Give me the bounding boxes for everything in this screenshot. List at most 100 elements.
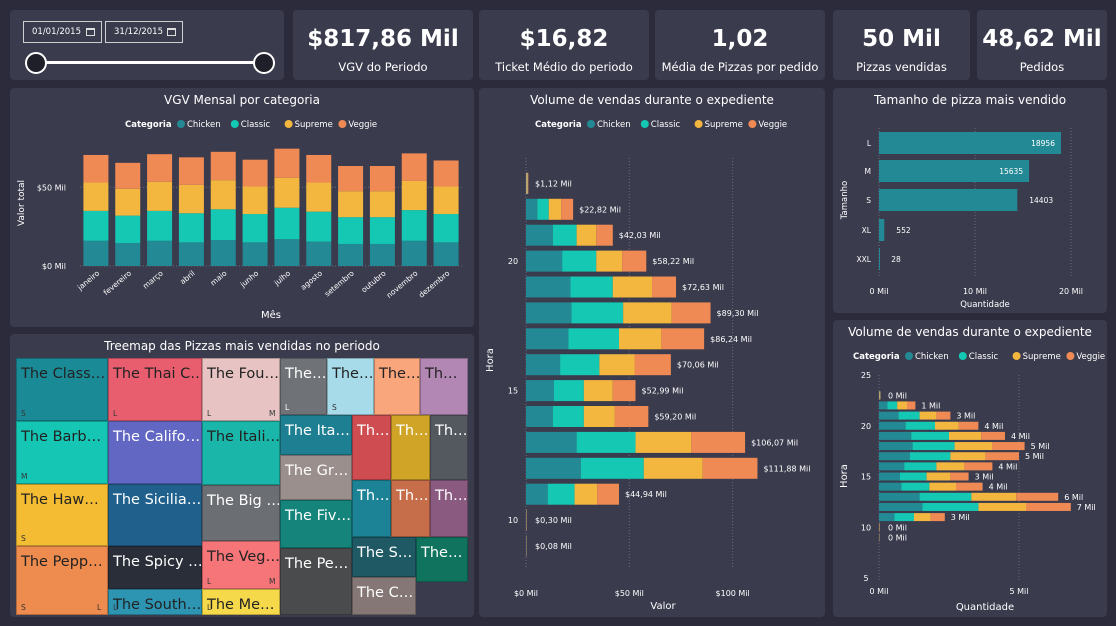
data-label: 4 Mil	[989, 483, 1008, 492]
data-label: 3 Mil	[975, 473, 994, 482]
treemap-cell[interactable]: Th…	[352, 480, 391, 537]
legend-marker	[284, 120, 293, 128]
treemap-cell[interactable]: The… S	[327, 358, 374, 415]
bar-segment	[898, 411, 920, 420]
treemap-cell[interactable]: The Haw… S	[16, 484, 108, 546]
treemap-cell[interactable]: The S…	[352, 537, 416, 577]
treemap-cell[interactable]: Th…	[430, 480, 468, 537]
treemap-cell-label: The…	[285, 366, 327, 382]
end-date-input[interactable]: 31/12/2015	[105, 21, 183, 43]
legend-label: Veggie	[348, 120, 377, 130]
treemap-cell[interactable]: Th…	[352, 415, 391, 480]
treemap-cell[interactable]: The Class… S	[16, 358, 108, 421]
bar-segment	[949, 431, 982, 440]
bar-segment	[401, 240, 427, 266]
bar-segment	[526, 457, 581, 479]
treemap-cell[interactable]: The Ita…	[280, 415, 352, 455]
bar-segment	[369, 243, 395, 266]
y-tick-label: $50 Mil	[37, 183, 66, 192]
treemap-cell[interactable]: Th…	[391, 415, 430, 480]
legend-marker	[694, 120, 703, 128]
bar-segment	[702, 457, 758, 479]
y-tick-label: 25	[861, 371, 871, 380]
date-filter-panel: 01/01/2015 31/12/2015	[10, 10, 284, 80]
treemap-cell[interactable]: Th…	[430, 415, 468, 480]
treemap-cell[interactable]: The Gr…	[280, 455, 352, 500]
treemap-cell[interactable]: Th…	[391, 480, 430, 537]
y-tick-label: 5	[863, 574, 868, 583]
treemap-cell[interactable]: The Fou… L M	[202, 358, 280, 421]
bar-segment	[561, 198, 574, 220]
treemap-cell[interactable]: The Fiv…	[280, 500, 352, 548]
bar	[879, 248, 880, 270]
treemap-cell[interactable]: The Me… L	[202, 589, 280, 615]
treemap-cell[interactable]: The Pepp… S L	[16, 546, 108, 615]
treemap-cell[interactable]: The Barb… M	[16, 421, 108, 484]
x-tick-label: dezembro	[417, 268, 452, 299]
x-tick-label: abril	[178, 269, 197, 287]
treemap-size-label: M	[21, 472, 28, 481]
treemap-cell[interactable]: The…	[374, 358, 420, 415]
bar-segment	[83, 154, 109, 183]
bar-segment	[242, 214, 268, 243]
bar-segment	[433, 214, 459, 243]
data-label: 5 Mil	[1031, 442, 1050, 451]
data-label: $1,12 Mil	[535, 179, 572, 188]
bar-segment	[526, 198, 538, 220]
treemap-cell[interactable]: The Big …	[202, 485, 280, 541]
treemap-cell[interactable]: The Veg… L M	[202, 541, 280, 589]
legend-label: Chicken	[915, 352, 949, 362]
treemap-cell[interactable]: The…	[416, 537, 468, 582]
treemap-cell[interactable]: The Sicilia…	[108, 484, 202, 546]
bar-segment	[879, 462, 905, 471]
legend-marker	[958, 352, 967, 360]
y-tick-label: XL	[862, 226, 872, 235]
data-label: $22,82 Mil	[579, 205, 621, 214]
treemap-size-label: S	[21, 409, 26, 418]
start-date-input[interactable]: 01/01/2015	[23, 21, 102, 43]
bar-segment	[922, 502, 979, 511]
x-axis-label: Valor	[650, 601, 676, 612]
legend-label: Classic	[651, 120, 681, 130]
bar	[879, 219, 885, 241]
date-range-end-handle[interactable]	[253, 52, 275, 74]
bar-segment	[570, 276, 613, 298]
bar-segment	[178, 157, 204, 185]
date-range-slider-track[interactable]	[36, 61, 264, 64]
treemap-cell[interactable]: The Itali…	[202, 421, 280, 485]
treemap-cell[interactable]: The South… L	[108, 589, 202, 615]
treemap-cell-label: The Sicilia…	[113, 492, 202, 508]
treemap-cell[interactable]: The Spicy …	[108, 546, 202, 589]
treemap-cell-label: The Me…	[207, 597, 275, 613]
treemap-size-label: L	[207, 577, 212, 586]
kpi-card-vgv: $817,86 Mil VGV do Periodo	[293, 10, 473, 80]
bar-segment	[210, 151, 236, 181]
treemap-cell-label: The…	[421, 545, 463, 561]
bar-segment	[242, 242, 268, 266]
treemap-cell[interactable]: The Thai C… L	[108, 358, 202, 421]
bar-segment	[897, 401, 907, 410]
legend-label: Veggie	[1076, 352, 1105, 362]
bar-segment	[526, 250, 563, 272]
treemap-cell[interactable]: The… L	[280, 358, 327, 415]
treemap-cell-label: The Gr…	[285, 463, 349, 479]
treemap-cell[interactable]: The Pe…	[280, 548, 352, 615]
bar-segment	[671, 302, 711, 324]
bar-segment	[599, 354, 635, 376]
bar	[879, 189, 1018, 211]
kpi-value: 50 Mil	[862, 26, 941, 52]
data-label: $52,99 Mil	[642, 387, 684, 396]
treemap-cell[interactable]: The C…	[352, 577, 416, 615]
y-axis-label: Hora	[485, 348, 496, 372]
x-tick-label: $100 Mil	[716, 589, 750, 598]
bar-segment	[306, 182, 332, 212]
bar-segment	[274, 207, 300, 240]
pizza-size-chart: 0 Mil 10 Mil 20 Mil Tamanho Quantidade L 18956…	[840, 128, 1083, 310]
x-tick-label: março	[141, 268, 165, 290]
treemap-cell[interactable]: The Califo…	[108, 421, 202, 484]
bar-segment	[879, 513, 895, 522]
date-range-start-handle[interactable]	[25, 52, 47, 74]
treemap-cell[interactable]: Th…	[420, 358, 468, 415]
treemap-size-label: S	[21, 603, 26, 612]
legend-label: Chicken	[597, 120, 631, 130]
